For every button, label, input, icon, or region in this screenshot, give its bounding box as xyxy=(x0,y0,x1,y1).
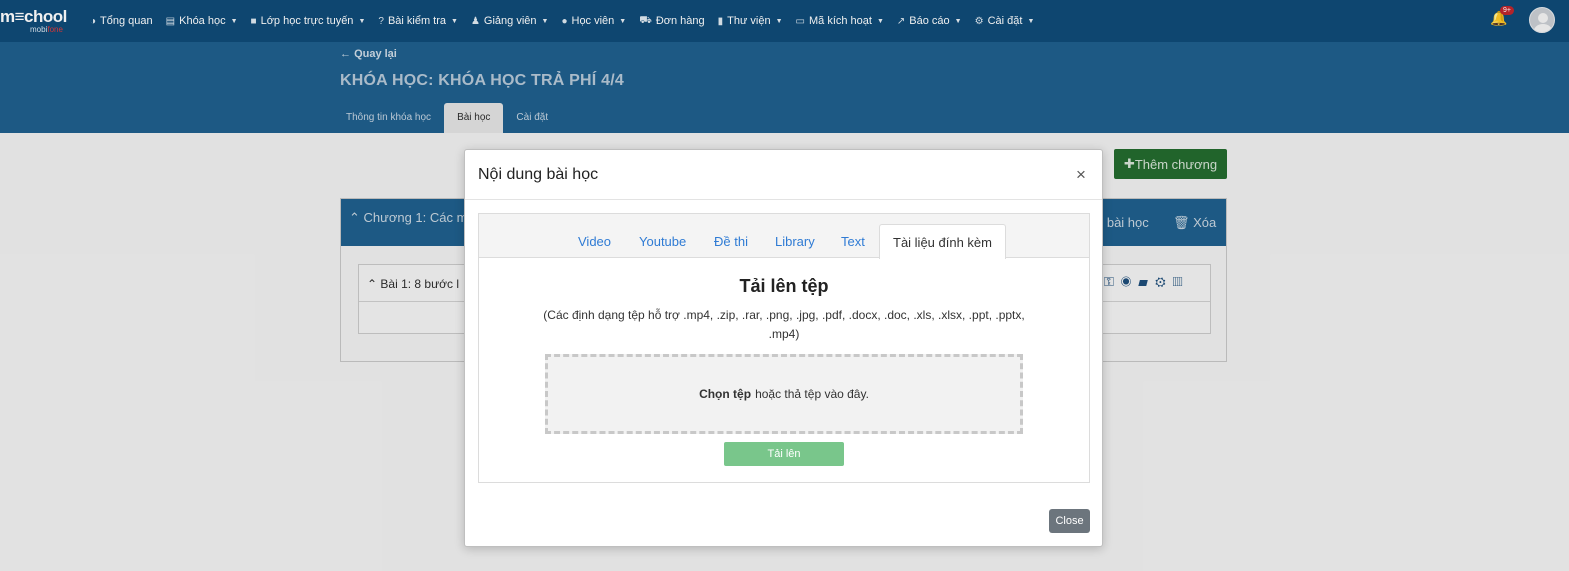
file-dropzone[interactable]: Chọn tệp hoặc thả tệp vào đây. xyxy=(545,354,1023,434)
tab-exam[interactable]: Đề thi xyxy=(714,234,748,249)
upload-title: Tải lên tệp xyxy=(739,276,829,296)
close-button[interactable]: Close xyxy=(1049,509,1090,533)
tab-attachment[interactable]: Tài liệu đính kèm xyxy=(879,224,1006,259)
lesson-content-modal: Nội dung bài học × Video Youtube Đề thi … xyxy=(464,149,1103,547)
tab-library[interactable]: Library xyxy=(775,234,815,249)
choose-file-link[interactable]: Chọn tệp xyxy=(699,387,751,401)
tab-text[interactable]: Text xyxy=(841,234,865,249)
dropzone-hint: hoặc thả tệp vào đây. xyxy=(755,387,869,401)
close-icon[interactable]: × xyxy=(1076,165,1086,185)
supported-formats-text: (Các định dạng tệp hỗ trợ .mp4, .zip, .r… xyxy=(543,308,1025,341)
upload-button[interactable]: Tải lên xyxy=(724,442,844,466)
modal-title: Nội dung bài học xyxy=(478,166,599,183)
content-type-tabs: Video Youtube Đề thi Library Text Tài li… xyxy=(479,214,1089,259)
modal-divider xyxy=(465,199,1102,200)
tab-video[interactable]: Video xyxy=(578,234,611,249)
tab-youtube[interactable]: Youtube xyxy=(639,234,686,249)
content-panel: Video Youtube Đề thi Library Text Tài li… xyxy=(478,213,1090,483)
